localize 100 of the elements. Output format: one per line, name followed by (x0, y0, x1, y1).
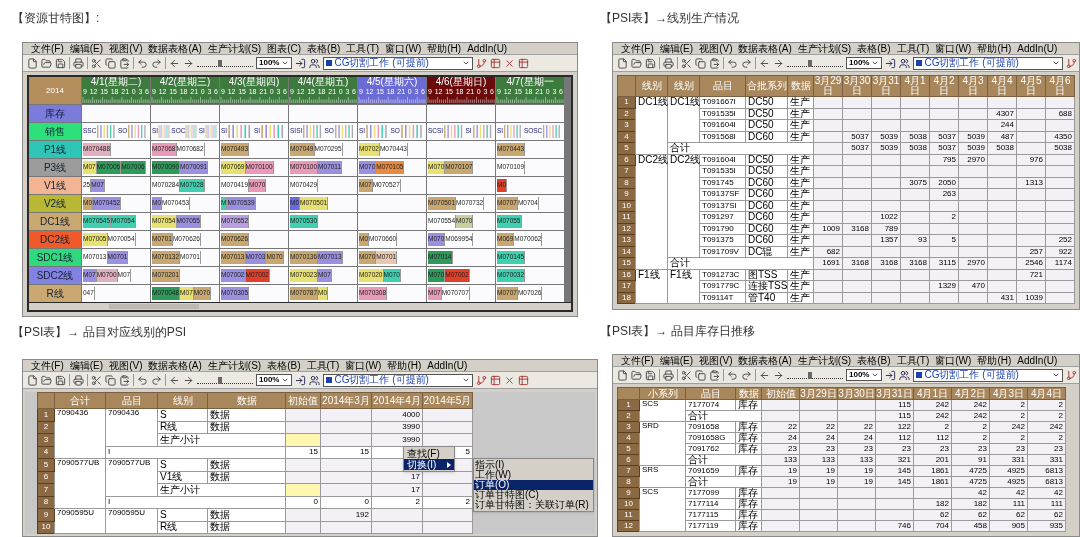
menu-item[interactable]: 工具(T) (896, 355, 930, 366)
menu-item[interactable]: AddIn(U) (1017, 355, 1058, 366)
table-cell: 7090595U (105, 508, 158, 534)
value-cell: 2050 (929, 177, 959, 189)
table-cell: 生产 (787, 165, 814, 177)
menu-item[interactable]: 生产计划(S) (797, 355, 852, 366)
value-cell: 23 (989, 443, 1028, 455)
table-cell: 数据 (207, 421, 286, 434)
value-cell: 5037 (842, 131, 872, 143)
menu-item[interactable]: 视图(V) (699, 43, 733, 54)
value-cell: 91 (951, 454, 990, 466)
menu-item[interactable]: 窗口(W) (935, 355, 972, 366)
column-header: 4月6日 (1045, 75, 1075, 97)
row-number: 17 (617, 280, 636, 292)
table-cell: 库存 (735, 465, 762, 477)
profile-combo[interactable]: CG切割工作 (可提前) (323, 56, 474, 70)
menu-item[interactable]: AddIn(U) (467, 43, 508, 54)
day-label: 4/2(星期三) (158, 77, 212, 88)
profile-combo[interactable]: CG切割工作 (可提前) (913, 56, 1064, 70)
menu-item[interactable]: 数据表格(A) (148, 360, 202, 371)
menu-option[interactable]: 订单(O) (474, 480, 593, 490)
zoom-combo[interactable]: 100% (256, 57, 293, 69)
zoom-value: 100% (849, 59, 870, 67)
value-cell: 23 (761, 443, 800, 455)
menu-item[interactable]: 帮助(H) (427, 43, 462, 54)
menu-option[interactable]: 订单甘特图(C) (474, 490, 593, 500)
table-cell: 7091659 (685, 465, 736, 477)
column-header: 2014年5月 (422, 392, 473, 409)
menu-item[interactable]: AddIn(U) (1017, 43, 1058, 54)
profile-combo[interactable]: CG切割工作 (可提前) (323, 373, 474, 387)
value-cell: 133 (837, 454, 876, 466)
value-cell: 688 (1045, 108, 1075, 120)
menu-item[interactable]: 图表(C) (267, 43, 302, 54)
value-cell: 2 (989, 410, 1028, 422)
value-cell: 2 (989, 432, 1028, 444)
menu-item[interactable]: 生产计划(S) (207, 43, 262, 54)
table-cell: T091535I (699, 165, 746, 177)
value-cell: 487 (987, 131, 1017, 143)
row-number: 10 (617, 498, 640, 510)
zoom-combo[interactable]: 100% (846, 57, 883, 69)
menu-option[interactable]: 订单甘特图：关联订单(R) (474, 500, 593, 510)
line-label: V2线 (29, 195, 81, 212)
menu-item[interactable]: 表格(B) (857, 355, 891, 366)
value-cell: 93 (900, 234, 930, 246)
menu-item[interactable]: 帮助(H) (977, 355, 1012, 366)
menu-item[interactable]: 文件(F) (31, 360, 64, 371)
menu-item[interactable]: 工具(T) (896, 43, 930, 54)
menu-item[interactable]: 文件(F) (621, 43, 654, 54)
menu-item[interactable]: 帮助(H) (977, 43, 1012, 54)
menu-item[interactable]: 工具(T) (306, 360, 340, 371)
zoom-combo[interactable]: 100% (256, 374, 293, 386)
table-cell: I (105, 496, 286, 509)
menu-item[interactable]: 视图(V) (699, 355, 733, 366)
column-header: 4月1日 (900, 75, 930, 97)
menu-item[interactable]: 生产计划(S) (207, 360, 262, 371)
menu-option[interactable]: 工作(W) (474, 470, 593, 480)
zoom-combo[interactable]: 100% (846, 369, 883, 381)
menu-item[interactable]: 数据表格(A) (148, 43, 202, 54)
value-cell: 23 (837, 443, 876, 455)
value-cell: 682 (813, 246, 843, 258)
menu-item[interactable]: 视图(V) (109, 43, 143, 54)
menu-item[interactable]: 窗口(W) (385, 43, 422, 54)
value-cell: 2 (1027, 399, 1066, 411)
menu-item[interactable]: 数据表格(A) (738, 43, 792, 54)
table-cell: 生产 (787, 269, 814, 281)
menu-item[interactable]: 工具(T) (346, 43, 380, 54)
value-cell: 721 (1016, 269, 1046, 281)
menu-item[interactable]: 编辑(E) (69, 360, 104, 371)
profile-value: CG切割工作 (可提前) (924, 370, 1020, 380)
table-cell: DC60 (745, 234, 788, 246)
value-cell: 922 (1045, 246, 1075, 258)
menu-item[interactable]: 窗口(W) (935, 43, 972, 54)
menu-item[interactable]: 编辑(E) (659, 355, 694, 366)
table-cell: 数据 (207, 408, 286, 421)
table-cell: T091375 (699, 234, 746, 246)
menu-item[interactable]: 编辑(E) (69, 43, 104, 54)
table-cell: DC50 (745, 119, 788, 131)
menu-item[interactable]: 文件(F) (621, 355, 654, 366)
menu-option[interactable]: 切换(I) (404, 459, 454, 470)
menu-item[interactable]: 窗口(W) (345, 360, 382, 371)
profile-combo[interactable]: CG切割工作 (可提前) (913, 368, 1064, 382)
menu-item[interactable]: 编辑(E) (659, 43, 694, 54)
menu-item[interactable]: 文件(F) (31, 43, 64, 54)
menu-item[interactable]: 数据表格(A) (738, 355, 792, 366)
menu-item[interactable]: 生产计划(S) (797, 43, 852, 54)
menu-item[interactable]: AddIn(U) (427, 360, 468, 371)
table-cell: 数据 (207, 508, 286, 521)
value-cell: 5039 (871, 131, 901, 143)
value-cell: 42 (951, 487, 990, 499)
menu-item[interactable]: 帮助(H) (387, 360, 422, 371)
row-number: 8 (617, 177, 636, 189)
menu-item[interactable]: 视图(V) (109, 360, 143, 371)
menu-item[interactable]: 表格(B) (267, 360, 301, 371)
menu-item[interactable]: 表格(B) (307, 43, 341, 54)
table-cell: T091604I (699, 119, 746, 131)
value-cell: 2 (913, 421, 952, 433)
menu-item[interactable]: 表格(B) (857, 43, 891, 54)
menu-option[interactable]: 指示(I) (474, 460, 593, 470)
column-header: 4月3日 (958, 75, 988, 97)
table-cell: 生产 (787, 96, 814, 108)
